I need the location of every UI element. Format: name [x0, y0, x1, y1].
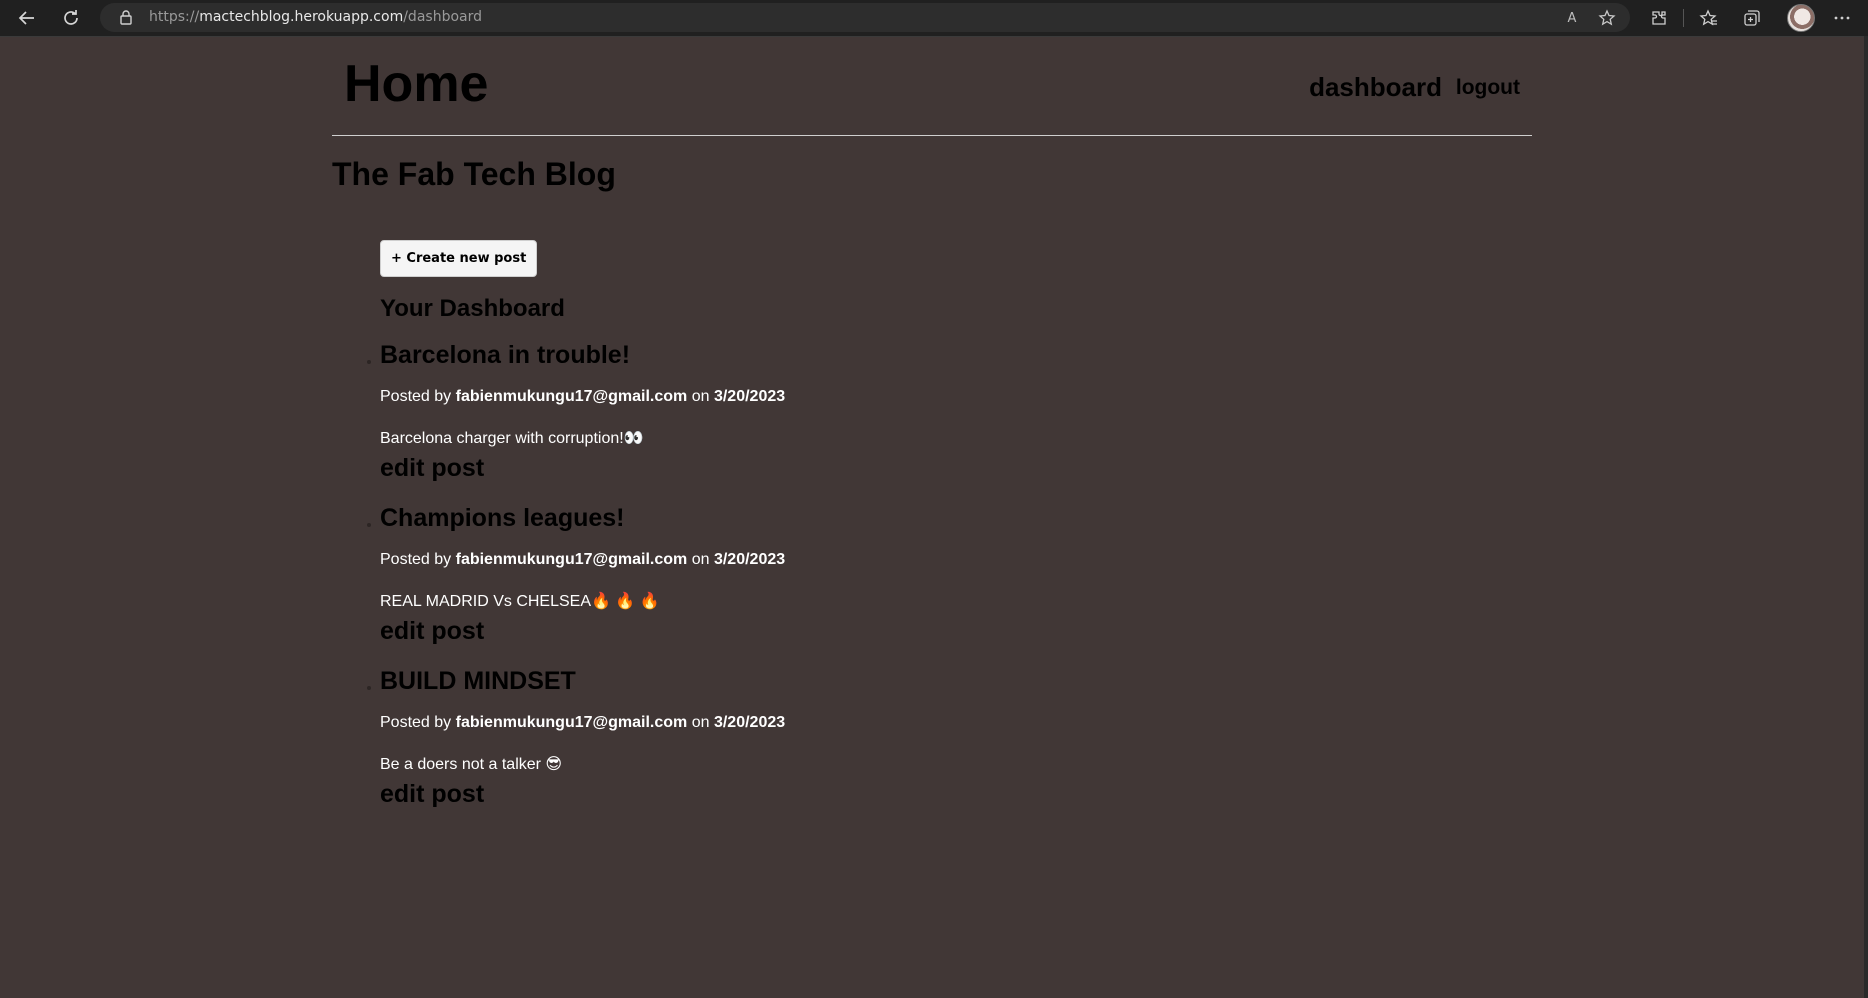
url-scheme: https://: [149, 9, 200, 25]
posted-by-label: Posted by: [380, 551, 452, 568]
site-header: Home dashboard logout: [332, 36, 1532, 136]
page-container: Home dashboard logout The Fab Tech Blog …: [332, 36, 1532, 808]
home-title[interactable]: Home: [344, 54, 488, 114]
post-author: fabienmukungu17@gmail.com: [455, 551, 688, 568]
post-date: 3/20/2023: [713, 551, 786, 568]
browser-toolbar: https://mactechblog.herokuapp.com/dashbo…: [0, 0, 1868, 37]
post-title: Champions leagues!: [380, 504, 625, 532]
post-meta: Posted by fabienmukungu17@gmail.com on 3…: [380, 388, 785, 406]
nav-dashboard-link[interactable]: dashboard: [1309, 72, 1442, 103]
post-item: BUILD MINDSET Posted by fabienmukungu17@…: [367, 667, 1280, 830]
list-bullet: [367, 360, 371, 364]
add-favorite-icon[interactable]: [1597, 8, 1617, 28]
create-post-button[interactable]: + Create new post: [380, 240, 538, 277]
posted-by-label: Posted by: [380, 714, 452, 731]
toolbar-divider: [1683, 9, 1684, 27]
address-url[interactable]: https://mactechblog.herokuapp.com/dashbo…: [149, 9, 482, 25]
post-item: Champions leagues! Posted by fabienmukun…: [367, 504, 1280, 667]
edit-post-link[interactable]: edit post: [380, 454, 484, 483]
dashboard-section: + Create new post Your Dashboard Barcelo…: [367, 240, 1280, 808]
post-date: 3/20/2023: [713, 714, 786, 731]
lock-icon[interactable]: [118, 9, 134, 25]
edit-post-link[interactable]: edit post: [380, 780, 484, 809]
edit-post-link[interactable]: edit post: [380, 617, 484, 646]
post-date: 3/20/2023: [713, 388, 786, 405]
post-title: BUILD MINDSET: [380, 667, 576, 695]
on-label: on: [691, 714, 710, 731]
read-aloud-icon[interactable]: A: [1562, 8, 1582, 28]
scrollbar-track[interactable]: [1864, 36, 1868, 998]
address-bar[interactable]: https://mactechblog.herokuapp.com/dashbo…: [100, 3, 1630, 32]
url-path: /dashboard: [403, 9, 482, 25]
post-meta: Posted by fabienmukungu17@gmail.com on 3…: [380, 551, 785, 569]
refresh-icon[interactable]: [57, 4, 85, 32]
on-label: on: [691, 388, 710, 405]
more-icon[interactable]: [1830, 6, 1854, 30]
url-host: mactechblog.herokuapp.com: [199, 9, 404, 25]
post-body: Barcelona charger with corruption!👀: [380, 430, 644, 447]
post-author: fabienmukungu17@gmail.com: [455, 388, 688, 405]
extensions-icon[interactable]: [1647, 6, 1671, 30]
site-title: The Fab Tech Blog: [332, 156, 616, 192]
post-meta: Posted by fabienmukungu17@gmail.com on 3…: [380, 714, 785, 732]
post-title: Barcelona in trouble!: [380, 341, 631, 369]
profile-avatar[interactable]: [1787, 4, 1815, 32]
list-bullet: [367, 686, 371, 690]
favorites-icon[interactable]: [1697, 6, 1721, 30]
posted-by-label: Posted by: [380, 388, 452, 405]
post-author: fabienmukungu17@gmail.com: [455, 714, 688, 731]
collections-icon[interactable]: [1740, 6, 1764, 30]
post-list: Barcelona in trouble! Posted by fabienmu…: [367, 341, 1280, 830]
post-body: REAL MADRID Vs CHELSEA🔥 🔥 🔥: [380, 593, 660, 610]
list-bullet: [367, 523, 371, 527]
nav-logout-link[interactable]: logout: [1456, 76, 1520, 100]
dashboard-heading: Your Dashboard: [380, 295, 565, 322]
post-item: Barcelona in trouble! Posted by fabienmu…: [367, 341, 1280, 504]
post-body: Be a doers not a talker 😎: [380, 756, 563, 773]
on-label: on: [691, 551, 710, 568]
back-icon[interactable]: [13, 4, 41, 32]
